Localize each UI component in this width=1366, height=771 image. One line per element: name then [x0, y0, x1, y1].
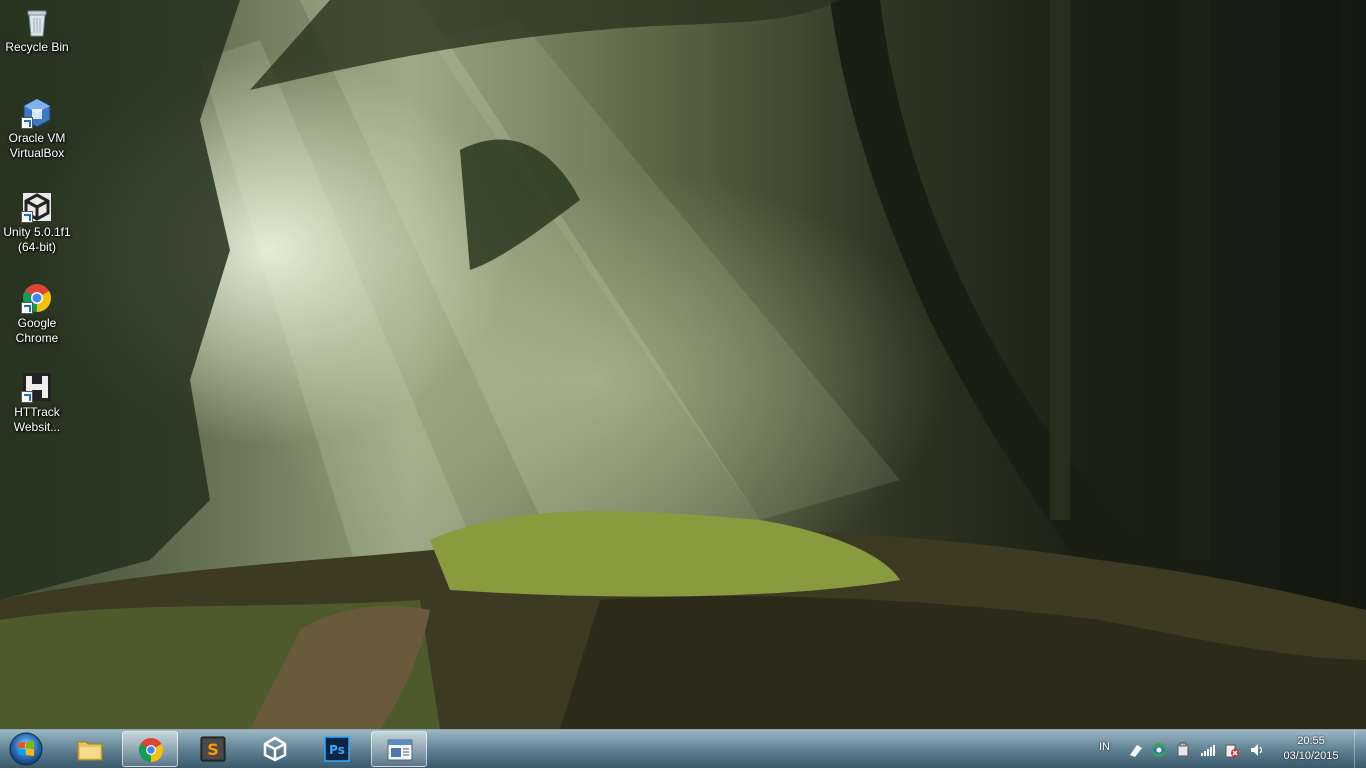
battery-alert-icon[interactable]	[1224, 742, 1240, 758]
chrome-icon	[21, 282, 53, 314]
taskbar-button-window[interactable]	[371, 731, 427, 767]
taskbar-button-chrome[interactable]	[122, 731, 178, 767]
taskbar-button-sublime[interactable]: S	[185, 731, 241, 767]
httrack-icon	[21, 371, 53, 403]
sublime-icon: S	[199, 736, 227, 762]
unity-icon	[21, 191, 53, 223]
desktop-icon-httrack[interactable]: HTTrack Websit...	[2, 371, 72, 435]
signal-icon[interactable]	[1200, 742, 1216, 758]
desktop-icon-chrome[interactable]: Google Chrome	[2, 282, 72, 346]
flag-icon[interactable]	[1128, 742, 1144, 758]
window-icon	[386, 737, 414, 763]
network-sharing-icon[interactable]	[1151, 742, 1167, 758]
taskbar: S Ps IN 20:55 03/10/2015	[0, 729, 1366, 769]
desktop-icon-label: HTTrack Websit...	[13, 405, 61, 434]
desktop-icon-label: Oracle VM VirtualBox	[8, 131, 66, 160]
start-button[interactable]	[6, 731, 46, 767]
device-icon[interactable]	[1175, 742, 1191, 758]
desktop-icon-label: Unity 5.0.1f1 (64-bit)	[3, 225, 71, 254]
recycle-bin-icon	[21, 6, 53, 38]
clock[interactable]: 20:55 03/10/2015	[1276, 734, 1346, 764]
desktop-icon-unity[interactable]: Unity 5.0.1f1 (64-bit)	[2, 191, 72, 255]
clock-time: 20:55	[1297, 735, 1325, 747]
shortcut-arrow-icon	[21, 117, 33, 129]
taskbar-button-unity[interactable]	[247, 731, 303, 767]
shortcut-arrow-icon	[21, 391, 33, 403]
unity-icon	[261, 736, 289, 762]
shortcut-arrow-icon	[21, 302, 33, 314]
clock-date: 03/10/2015	[1283, 750, 1339, 762]
folder-icon	[76, 736, 104, 762]
photoshop-icon: Ps	[323, 736, 351, 762]
virtualbox-icon	[21, 97, 53, 129]
volume-icon[interactable]	[1249, 742, 1265, 758]
desktop-icon-recycle-bin[interactable]: Recycle Bin	[2, 6, 72, 55]
desktop-icon-virtualbox[interactable]: Oracle VM VirtualBox	[2, 97, 72, 161]
desktop-icon-label: Google Chrome	[15, 316, 59, 345]
desktop-wallpaper	[0, 0, 1366, 729]
svg-text:Ps: Ps	[329, 743, 345, 757]
taskbar-button-explorer[interactable]	[62, 731, 118, 767]
language-indicator[interactable]: IN	[1099, 741, 1110, 753]
svg-text:S: S	[207, 740, 219, 759]
chrome-icon	[137, 737, 165, 763]
forest-scene	[0, 0, 1366, 729]
windows-start-icon	[9, 732, 43, 766]
show-desktop-button[interactable]	[1354, 730, 1366, 769]
taskbar-button-photoshop[interactable]: Ps	[309, 731, 365, 767]
desktop-icon-label: Recycle Bin	[5, 40, 69, 54]
shortcut-arrow-icon	[21, 211, 33, 223]
